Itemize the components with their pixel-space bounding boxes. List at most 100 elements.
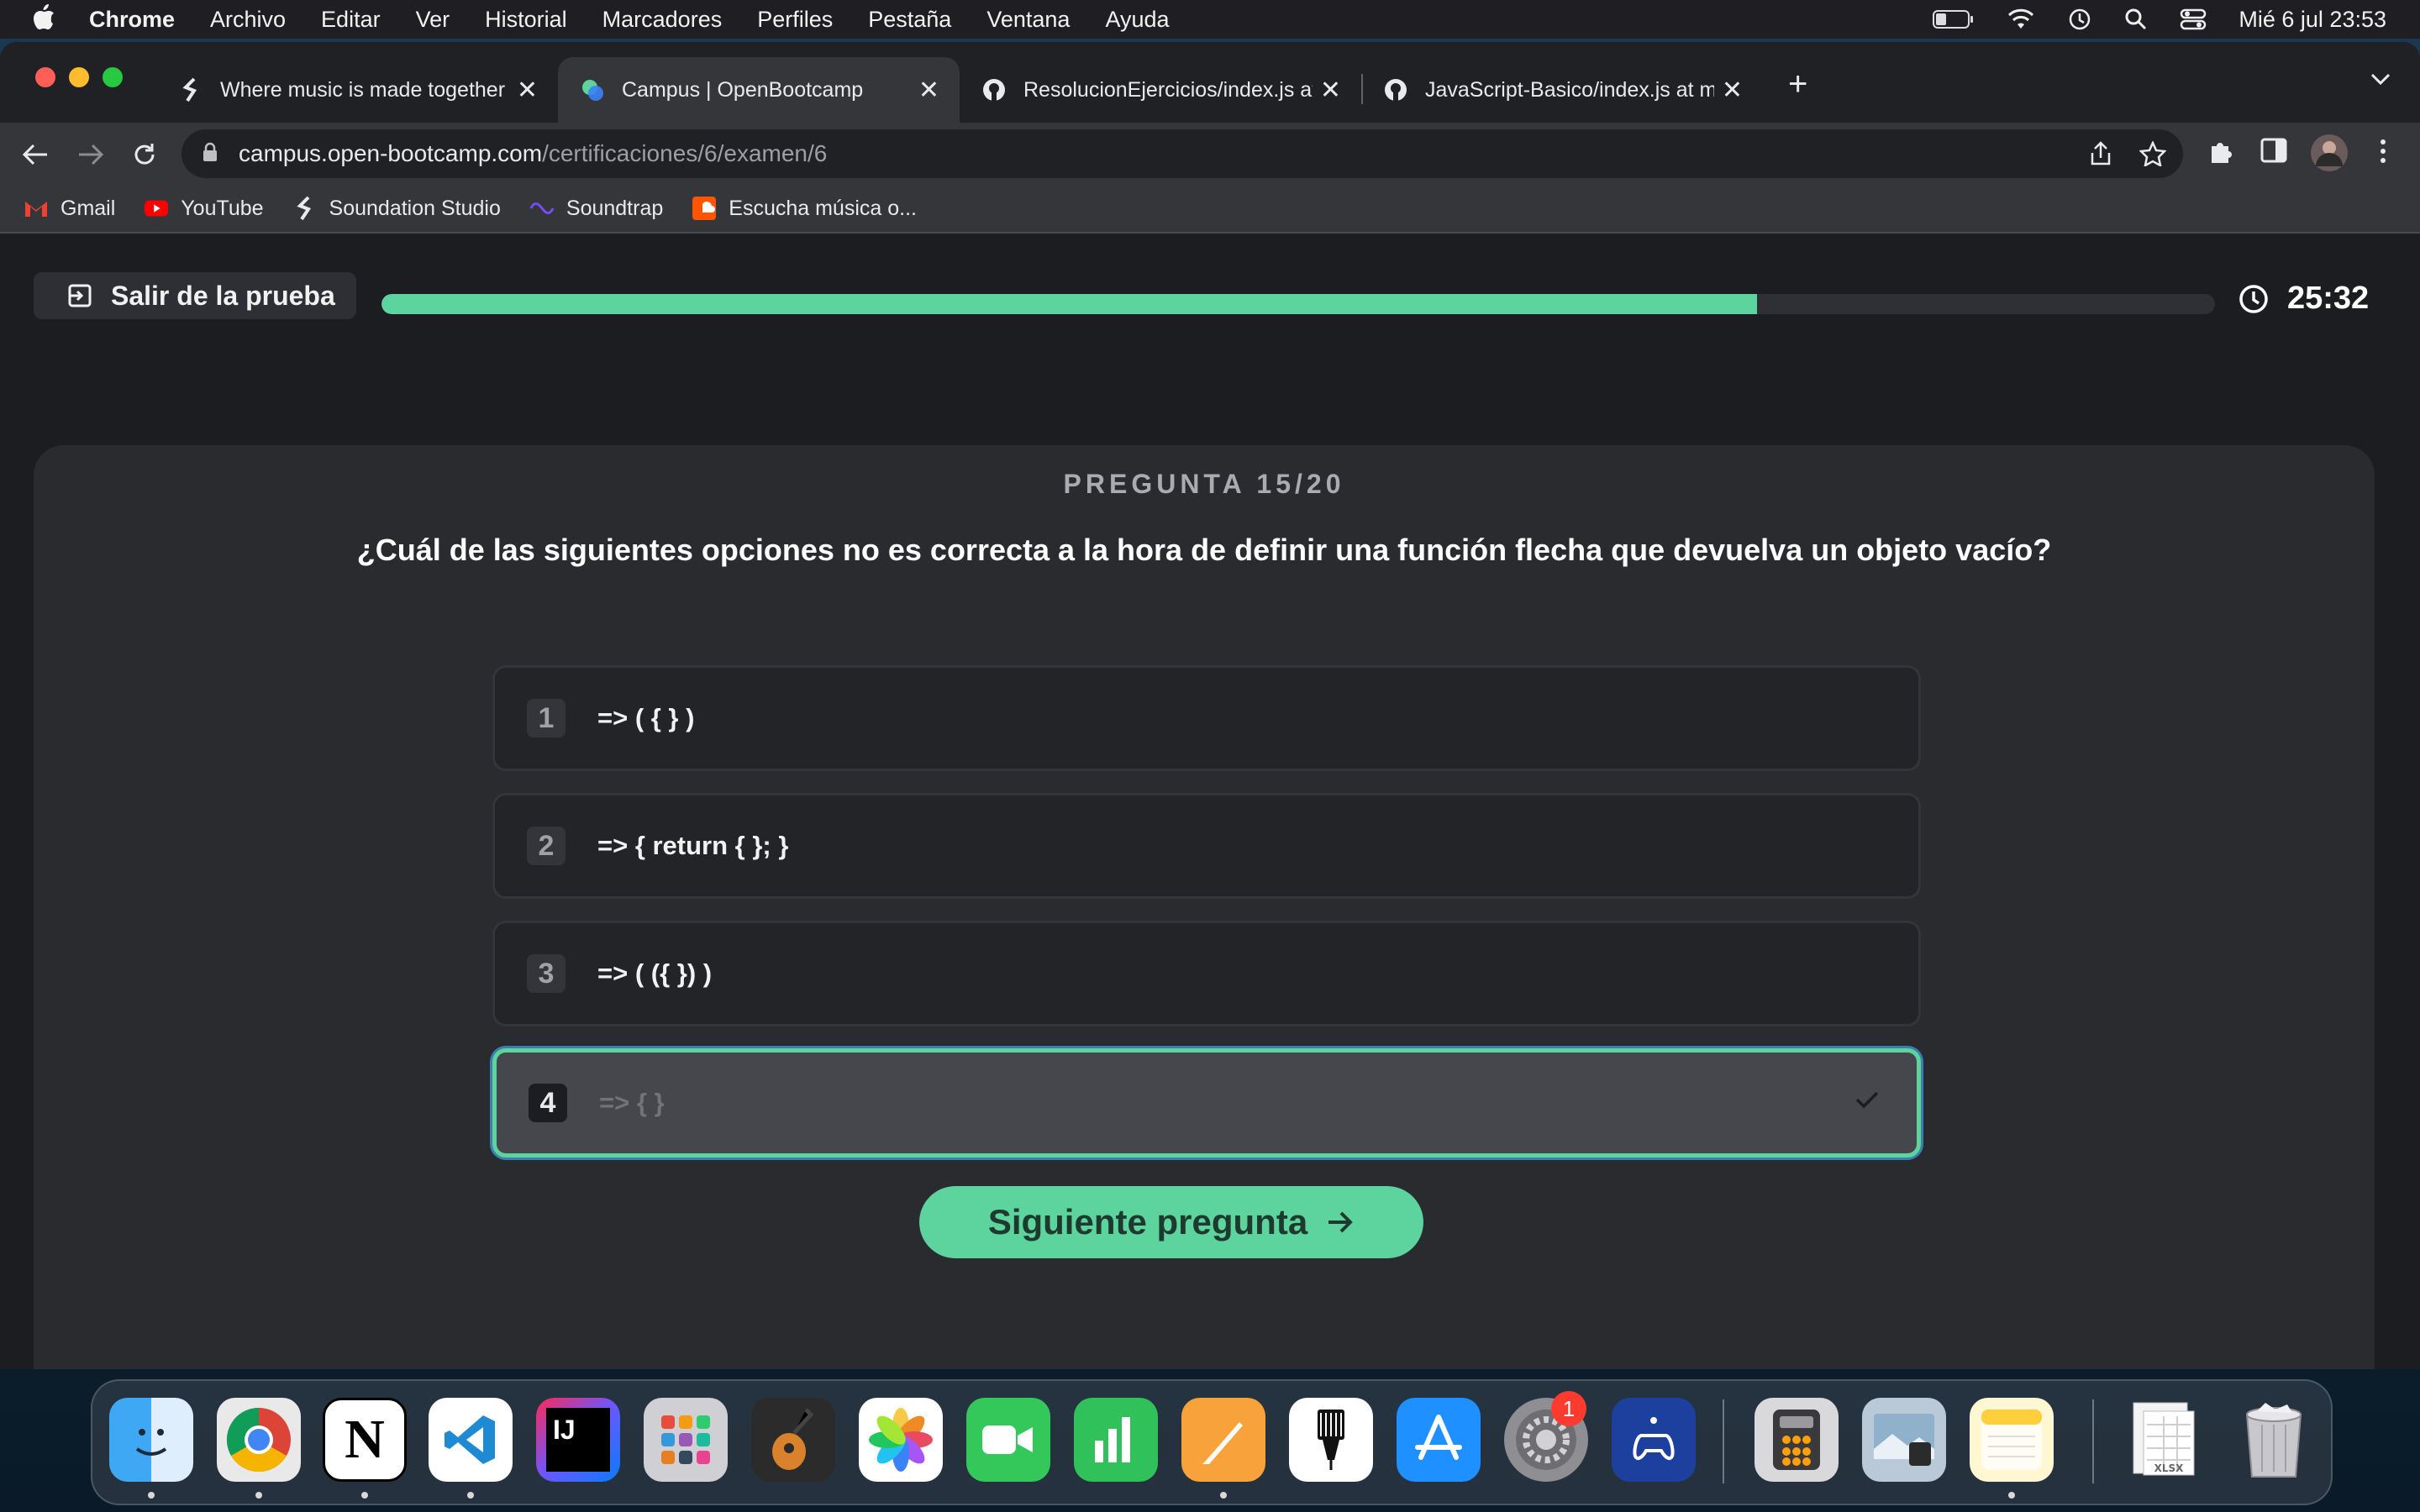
close-tab-icon[interactable]: ✕ (918, 76, 939, 105)
minimize-window-button[interactable] (69, 67, 89, 87)
numbers-icon[interactable] (1074, 1398, 1158, 1482)
question-counter: PREGUNTA 15/20 (1063, 469, 1345, 499)
close-tab-icon[interactable]: ✕ (1722, 76, 1743, 105)
new-tab-plus-icon[interactable]: + (1788, 66, 1807, 103)
notification-badge: 1 (1551, 1391, 1586, 1426)
tab-github-javascript[interactable]: JavaScript-Basico/index.js at m ✕ (1361, 57, 1763, 123)
close-tab-icon[interactable]: ✕ (517, 76, 538, 105)
url-path: /certificaciones/6/examen/6 (542, 140, 828, 166)
bookmark-label: Escucha música o... (729, 196, 917, 220)
github-icon (981, 77, 1007, 102)
app-store-icon[interactable] (1397, 1398, 1481, 1482)
exam-progress-fill (381, 294, 1757, 314)
close-tab-icon[interactable]: ✕ (1320, 76, 1341, 105)
question-text: ¿Cuál de las siguientes opciones no es c… (356, 533, 2052, 567)
answer-option-4[interactable]: 4 => { } (492, 1048, 1921, 1158)
battery-icon[interactable] (1933, 9, 1975, 29)
menu-perfiles[interactable]: Perfiles (757, 7, 833, 33)
exam-timer: 25:32 (2238, 281, 2369, 317)
exam-page: Salir de la prueba 25:32 PREGUNTA 15/20 … (0, 234, 2420, 1369)
extensions-puzzle-icon[interactable] (2207, 138, 2233, 169)
gmail-icon (24, 197, 49, 220)
menu-archivo[interactable]: Archivo (210, 7, 286, 33)
photos-icon[interactable] (859, 1398, 943, 1482)
running-indicator (467, 1492, 474, 1499)
next-question-button[interactable]: Siguiente pregunta (919, 1186, 1423, 1258)
apple-menu-icon[interactable] (32, 3, 57, 36)
menu-marcadores[interactable]: Marcadores (602, 7, 723, 33)
bookmark-label: Soundation Studio (329, 196, 501, 220)
menu-app-name[interactable]: Chrome (89, 7, 175, 33)
intellij-icon[interactable]: IJ (536, 1398, 620, 1482)
url-host: campus.open-bootcamp.com (239, 140, 543, 166)
bookmark-soundcloud[interactable]: Escucha música o... (692, 197, 917, 221)
menu-ventana[interactable]: Ventana (986, 7, 1070, 33)
answer-option-1[interactable]: 1 => ( { } ) (492, 665, 1921, 771)
arrow-right-icon (1326, 1210, 1355, 1235)
running-indicator (2008, 1492, 2015, 1499)
menu-pestana[interactable]: Pestaña (868, 7, 951, 33)
tab-soundation[interactable]: Where music is made together ✕ (156, 57, 558, 123)
launchpad-icon[interactable] (644, 1398, 728, 1482)
tab-github-resolucion[interactable]: ResolucionEjercicios/index.js at m ✕ (960, 57, 1361, 123)
menu-clock[interactable]: Mié 6 jul 23:53 (2238, 7, 2386, 33)
zoom-window-button[interactable] (103, 67, 123, 87)
forward-arrow-icon[interactable] (74, 138, 108, 171)
reload-icon[interactable] (128, 138, 161, 171)
menu-editar[interactable]: Editar (321, 7, 381, 33)
share-icon[interactable] (2089, 141, 2112, 171)
bookmark-gmail[interactable]: Gmail (24, 197, 115, 221)
menu-ver[interactable]: Ver (416, 7, 450, 33)
calculator-icon[interactable] (1754, 1398, 1839, 1482)
menu-ayuda[interactable]: Ayuda (1105, 7, 1169, 33)
trash-icon[interactable] (2232, 1398, 2316, 1482)
finder-icon[interactable] (109, 1398, 193, 1482)
option-number: 4 (529, 1084, 567, 1122)
more-menu-icon[interactable] (2378, 138, 2388, 169)
dock-separator (1723, 1399, 1724, 1483)
browser-window: Where music is made together ✕ Campus | … (0, 42, 2420, 1369)
soundation-icon (292, 196, 318, 221)
bookmark-label: Gmail (60, 196, 116, 220)
menu-historial[interactable]: Historial (485, 7, 567, 33)
answer-option-3[interactable]: 3 => ( ({ }) ) (492, 921, 1921, 1026)
option-number: 1 (527, 699, 566, 738)
garageband-icon[interactable] (751, 1398, 835, 1482)
notes-icon[interactable] (1970, 1398, 2054, 1482)
side-panel-icon[interactable] (2260, 138, 2287, 167)
tab-title: Where music is made together (220, 77, 506, 102)
chrome-icon[interactable] (217, 1398, 301, 1482)
preview-icon[interactable] (1862, 1398, 1946, 1482)
notion-icon[interactable]: N (323, 1398, 407, 1482)
browser-toolbar: campus.open-bootcamp.com /certificacione… (0, 123, 2420, 185)
tab-title: Campus | OpenBootcamp (622, 77, 864, 102)
exit-test-button[interactable]: Salir de la prueba (34, 272, 356, 319)
github-icon (1383, 77, 1408, 102)
tab-search-chevron-icon[interactable] (2370, 72, 2391, 90)
back-arrow-icon[interactable] (18, 138, 52, 171)
openbootcamp-icon (580, 77, 605, 102)
answer-option-2[interactable]: 2 => { return { }; } (492, 793, 1921, 899)
bookmark-soundtrap[interactable]: Soundtrap (529, 197, 663, 221)
time-machine-icon[interactable] (2067, 7, 2092, 32)
lock-icon[interactable] (202, 142, 218, 166)
bookmark-soundation[interactable]: Soundation Studio (292, 197, 501, 221)
bookmarks-bar: Gmail YouTube Soundation Studio Soundtra… (0, 185, 2420, 234)
vscode-icon[interactable] (429, 1398, 513, 1482)
wifi-icon[interactable] (2007, 8, 2035, 30)
spotlight-search-icon[interactable] (2124, 8, 2148, 31)
tab-openbootcamp[interactable]: Campus | OpenBootcamp ✕ (558, 57, 960, 123)
bookmark-youtube[interactable]: YouTube (144, 197, 264, 221)
xlsx-file-icon[interactable]: XLSX (2123, 1398, 2207, 1482)
bookmark-star-icon[interactable] (2139, 139, 2167, 171)
close-window-button[interactable] (35, 67, 55, 87)
profile-avatar[interactable] (2309, 133, 2349, 177)
youtube-icon (144, 197, 169, 220)
pen-tool-icon[interactable] (1289, 1398, 1373, 1482)
control-center-icon[interactable] (2180, 8, 2207, 31)
facetime-icon[interactable] (966, 1398, 1050, 1482)
game-controller-icon[interactable] (1612, 1398, 1696, 1482)
address-bar[interactable]: campus.open-bootcamp.com /certificacione… (182, 129, 2183, 178)
macos-dock: N IJ 1 XLSX (91, 1379, 2333, 1505)
pages-icon[interactable] (1181, 1398, 1265, 1482)
